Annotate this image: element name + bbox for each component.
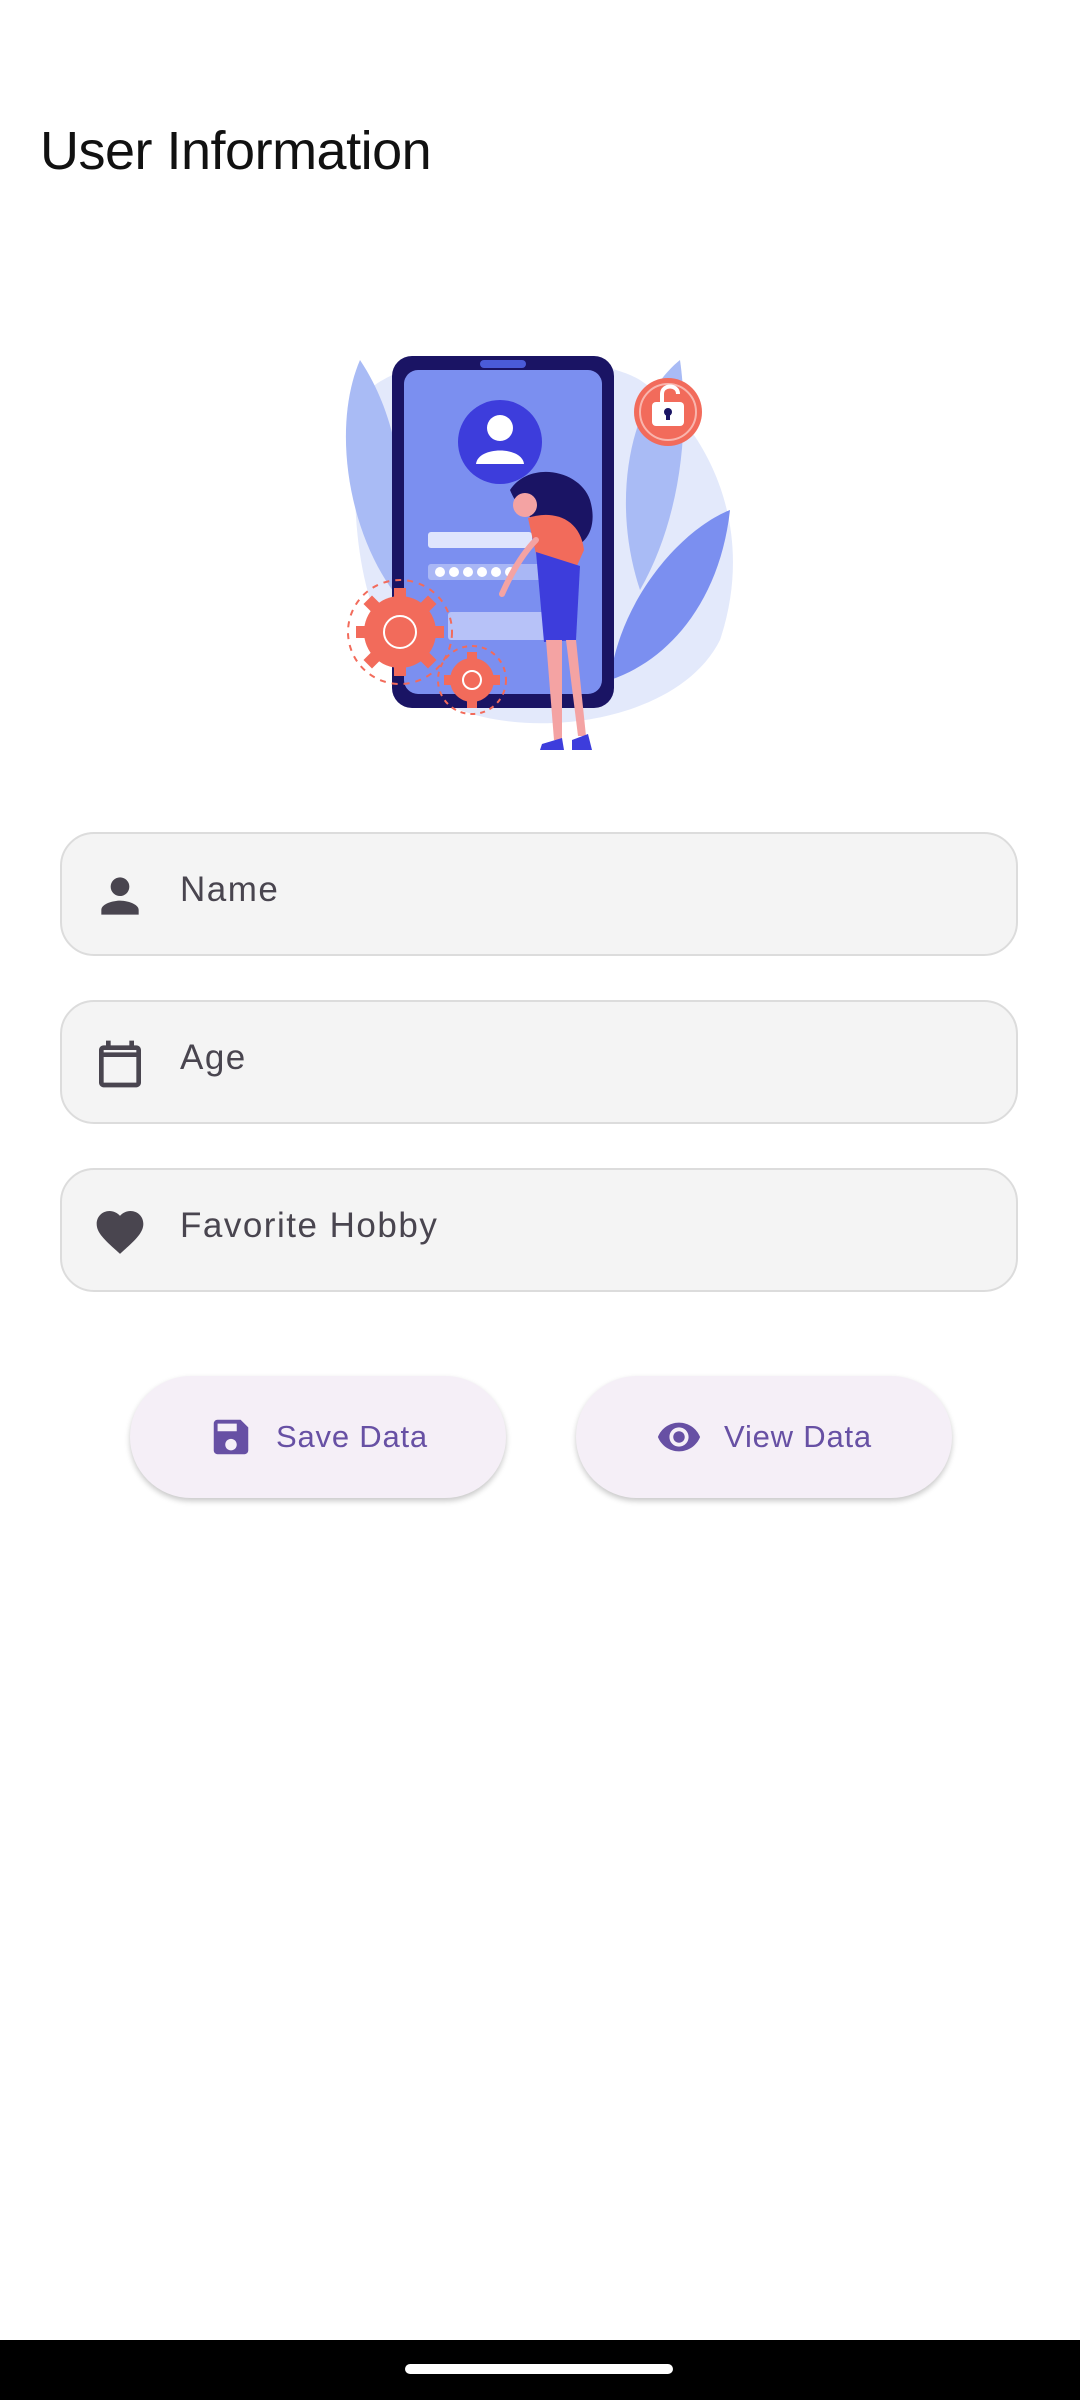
name-placeholder: Name [180,870,280,909]
heart-icon [92,1204,148,1260]
system-nav-bar [0,2340,1080,2400]
age-field[interactable]: Age [60,1000,1018,1124]
eye-icon [656,1414,702,1460]
person-icon [92,868,148,924]
login-illustration [340,340,750,770]
view-data-button[interactable]: View Data [576,1376,952,1498]
home-gesture-handle[interactable] [405,2364,673,2374]
save-icon [208,1414,254,1460]
app-bar: User Information [0,0,1080,240]
save-data-button[interactable]: Save Data [130,1376,506,1498]
page-title: User Information [40,121,432,181]
hobby-field[interactable]: Favorite Hobby [60,1168,1018,1292]
calendar-icon [92,1036,148,1092]
view-data-label: View Data [724,1419,872,1454]
hobby-placeholder: Favorite Hobby [180,1206,439,1245]
age-placeholder: Age [180,1038,247,1077]
save-data-label: Save Data [276,1419,428,1454]
name-field[interactable]: Name [60,832,1018,956]
